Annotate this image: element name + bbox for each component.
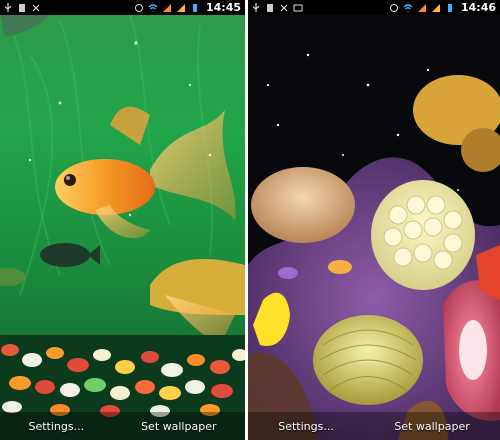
signal-icon (417, 3, 426, 12)
wifi-icon (148, 3, 158, 11)
orange-fish (328, 260, 352, 274)
screenshot-stage: 14:45 Settings... Set wallpaper 14:46 Se… (0, 0, 500, 440)
usb-icon (252, 2, 260, 12)
sd-card-icon (19, 3, 25, 12)
signal-icon (162, 3, 171, 12)
signal-icon-2 (431, 3, 440, 12)
usb-debug-icon (280, 4, 288, 11)
sd-card-icon (267, 3, 273, 12)
set-wallpaper-button[interactable]: Set wallpaper (394, 420, 469, 433)
status-time: 14:46 (460, 1, 496, 14)
goldfish (55, 106, 236, 239)
usb-debug-icon (32, 4, 40, 11)
settings-button[interactable]: Settings... (278, 420, 334, 433)
battery-icon (447, 3, 452, 12)
set-wallpaper-button[interactable]: Set wallpaper (141, 420, 216, 433)
image-icon (293, 4, 303, 11)
status-bar: 14:45 (0, 0, 245, 15)
second-goldfish (150, 259, 245, 345)
cream-coral (371, 180, 475, 290)
left-phone-screen: 14:45 Settings... Set wallpaper (0, 0, 245, 440)
alarm-icon (134, 3, 143, 12)
purple-fish (278, 267, 298, 279)
coral-reef-wallpaper (248, 53, 500, 440)
settings-button[interactable]: Settings... (28, 420, 84, 433)
wallpaper-action-bar: Settings... Set wallpaper (0, 412, 245, 440)
signal-icon-2 (176, 3, 185, 12)
wallpaper-action-bar: Settings... Set wallpaper (248, 412, 500, 440)
brain-coral (313, 315, 423, 405)
wifi-icon (403, 3, 413, 11)
tan-coral (251, 167, 355, 243)
status-bar-right: 14:46 (248, 0, 500, 15)
dark-fish (40, 243, 100, 267)
goldfish-aquarium-wallpaper (0, 15, 245, 440)
alarm-icon (389, 3, 398, 12)
status-time: 14:45 (205, 1, 241, 14)
right-phone-screen: 14:46 Settings... Set wallpaper (248, 0, 500, 440)
battery-icon (192, 3, 197, 12)
usb-icon (4, 2, 12, 12)
